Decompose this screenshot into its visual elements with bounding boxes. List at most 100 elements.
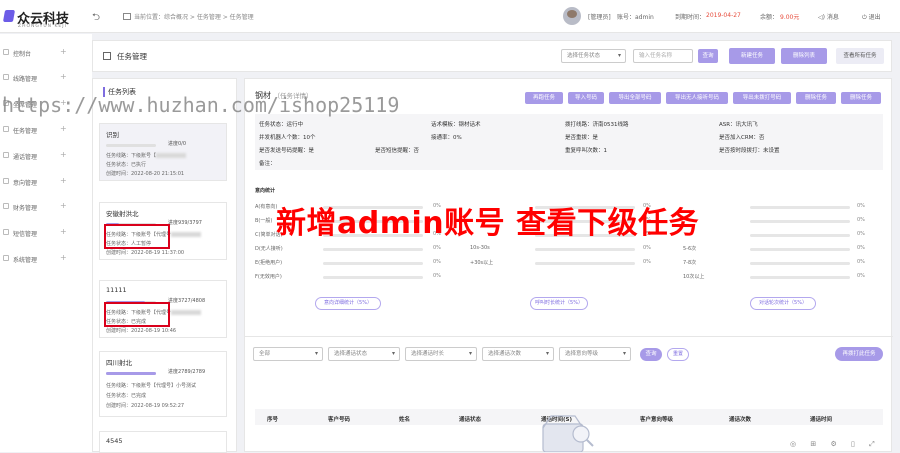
- task-card[interactable]: 识别 进度0/0 任务线路：下级账号【 任务状态：已执行 创建时间：2022-0…: [99, 123, 227, 181]
- duration-detail-button[interactable]: 呼叫时长统计（5%）: [530, 297, 588, 310]
- redial-task-button[interactable]: 再拨打此任务: [835, 347, 883, 361]
- sidebar-item-calls[interactable]: 通话管理 +: [0, 149, 92, 163]
- info-status: 任务状态：运行中: [259, 122, 304, 128]
- avatar[interactable]: [563, 7, 581, 25]
- progress-fill: [106, 372, 156, 375]
- filter-all-value: 全部: [259, 351, 271, 357]
- task-detail-panel: 钢材 （任务详情） 再跑任务 导入号码 导出全部号码 导出无人接听号码 导出未拨…: [244, 78, 893, 452]
- intent-level-select[interactable]: 选择意向等级 ▾: [559, 347, 631, 361]
- home-icon: [123, 13, 131, 20]
- status-select-value: 选择任务状态: [567, 53, 601, 59]
- status-select[interactable]: 选择任务状态 ▾: [561, 49, 626, 63]
- stat-label: D(无人接听): [255, 246, 283, 252]
- stat-label: 10s-30s: [470, 245, 490, 251]
- stat-percent: 0%: [857, 203, 865, 209]
- sidebar-label: 系统管理: [13, 257, 38, 264]
- trash-icon[interactable]: ▯: [851, 440, 855, 448]
- stat-percent: 0%: [857, 231, 865, 237]
- stat-bar: [750, 262, 850, 265]
- stat-percent: 0%: [857, 259, 865, 265]
- sidebar-item-intent[interactable]: 意向管理 +: [0, 175, 92, 189]
- sidebar-label: 控制台: [13, 51, 32, 58]
- info-remark: 备注：: [259, 161, 276, 167]
- title-bar: 任务管理 选择任务状态 ▾ 输入任务名称 查询 新建任务 删除列表 查看所有任务: [92, 40, 892, 72]
- info-repeat: 重复呼叫次数：1: [565, 148, 607, 154]
- info-connect-rate: 接通率：0%: [431, 135, 462, 141]
- task-name: 四川射北: [106, 359, 132, 367]
- share-icon[interactable]: ⊞: [810, 440, 816, 448]
- call-count-select[interactable]: 选择通话次数 ▾: [482, 347, 554, 361]
- intent-detail-button[interactable]: 意向详细统计（5%）: [315, 297, 381, 310]
- task-card[interactable]: 4545: [99, 431, 227, 453]
- task-created: 创建时间：2022-08-19 10:46: [106, 328, 177, 334]
- delete-list-button[interactable]: 删除列表: [781, 48, 827, 64]
- logout-link[interactable]: ⏻ 退出: [862, 12, 881, 22]
- export-undialed-button[interactable]: 导出未拨打号码: [733, 92, 791, 104]
- info-crm: 是否加入CRM：否: [719, 135, 765, 141]
- task-name: 安徽射洪北: [106, 210, 139, 218]
- messages-link[interactable]: ◁) 消息: [818, 12, 839, 21]
- delete-task-button-2[interactable]: 删除任务: [841, 92, 881, 104]
- task-name: 11111: [106, 286, 127, 294]
- system-icon: [3, 255, 9, 261]
- call-status-value: 选择通话状态: [334, 351, 368, 357]
- th-intent-level: 客户意向等级: [640, 417, 674, 423]
- stat-percent: 0%: [433, 245, 441, 251]
- watermark-text: https://www.huzhan.com/ishop25119: [2, 93, 400, 117]
- info-auto-transfer: 是否重拨：是: [565, 135, 599, 141]
- lines-icon: [3, 74, 9, 80]
- delete-task-button[interactable]: 删除任务: [796, 92, 836, 104]
- rounds-detail-button[interactable]: 对话轮次统计（5%）: [750, 297, 816, 310]
- task-line-text: 任务线路：下级账号【: [106, 153, 157, 159]
- new-task-button[interactable]: 新建任务: [729, 48, 775, 64]
- view-all-tasks-button[interactable]: 查看所有任务: [836, 48, 884, 64]
- info-concurrency: 并发机器人个数：10个: [259, 135, 316, 141]
- sidebar-label: 短信管理: [13, 231, 38, 238]
- sidebar-item-lines[interactable]: 线路管理 +: [0, 71, 92, 85]
- sidebar-item-sms[interactable]: 短信管理 +: [0, 226, 92, 240]
- chat-icon[interactable]: ◎: [790, 440, 796, 448]
- sidebar-item-console[interactable]: 控制台 +: [0, 46, 92, 60]
- task-name-input[interactable]: 输入任务名称: [633, 49, 693, 63]
- task-list-panel: 任务列表 识别 进度0/0 任务线路：下级账号【 任务状态：已执行 创建时间：2…: [92, 78, 237, 453]
- filter-reset-button[interactable]: 重置: [667, 348, 689, 361]
- stat-label: B(一般): [255, 218, 273, 224]
- rerun-task-button[interactable]: 再跑任务: [525, 92, 563, 104]
- sidebar-label: 意向管理: [13, 180, 38, 187]
- chevron-down-icon: ▾: [468, 350, 472, 357]
- stat-bar: [750, 206, 850, 209]
- sidebar-item-tasks[interactable]: 任务管理 +: [0, 123, 92, 137]
- breadcrumb: 当前位置：综合概况 > 任务管理 > 任务管理: [123, 12, 254, 21]
- task-progress: 进度0/0: [168, 141, 187, 147]
- info-asr: ASR：讯大讯飞: [719, 122, 758, 128]
- export-unanswered-button[interactable]: 导出无人接听号码: [666, 92, 728, 104]
- call-duration-select[interactable]: 选择通话时长 ▾: [405, 347, 477, 361]
- sidebar-item-system[interactable]: 系统管理 +: [0, 252, 92, 266]
- settings-icon[interactable]: ⚙: [830, 440, 836, 448]
- stat-bar: [323, 248, 423, 251]
- stat-bar: [323, 276, 423, 279]
- sidebar-item-finance[interactable]: 财务管理 +: [0, 200, 92, 214]
- filter-query-button[interactable]: 查询: [640, 348, 662, 361]
- info-notice: 是否发送号码提醒：是: [259, 148, 315, 154]
- account-label: 账号：admin: [617, 14, 654, 21]
- import-numbers-button[interactable]: 导入号码: [568, 92, 604, 104]
- expand-icon: +: [60, 124, 67, 133]
- call-status-select[interactable]: 选择通话状态 ▾: [328, 347, 400, 361]
- filter-all-select[interactable]: 全部 ▾: [253, 347, 323, 361]
- stat-bar: [750, 234, 850, 237]
- logout-label: 退出: [868, 14, 881, 21]
- export-all-button[interactable]: 导出全部号码: [609, 92, 661, 104]
- empty-box-icon: [542, 415, 594, 452]
- stat-label: 5-6次: [683, 246, 697, 252]
- annotation-overlay-text: 新增admin账号 查看下级任务: [276, 206, 700, 241]
- sidebar-label: 任务管理: [13, 128, 38, 135]
- calls-icon: [3, 152, 9, 158]
- sidebar-label: 通话管理: [13, 154, 38, 161]
- back-icon[interactable]: ⮌: [92, 10, 100, 27]
- query-button[interactable]: 查询: [698, 49, 718, 63]
- logo[interactable]: 众云科技 ZHONGYUN KEJI: [2, 8, 86, 30]
- expand-icon[interactable]: ⤢: [869, 440, 875, 448]
- task-card[interactable]: 四川射北 进度2789/2789 任务线路：下级账号【代理号】小号测试 任务状态…: [99, 351, 227, 417]
- chevron-down-icon: ▾: [617, 52, 621, 59]
